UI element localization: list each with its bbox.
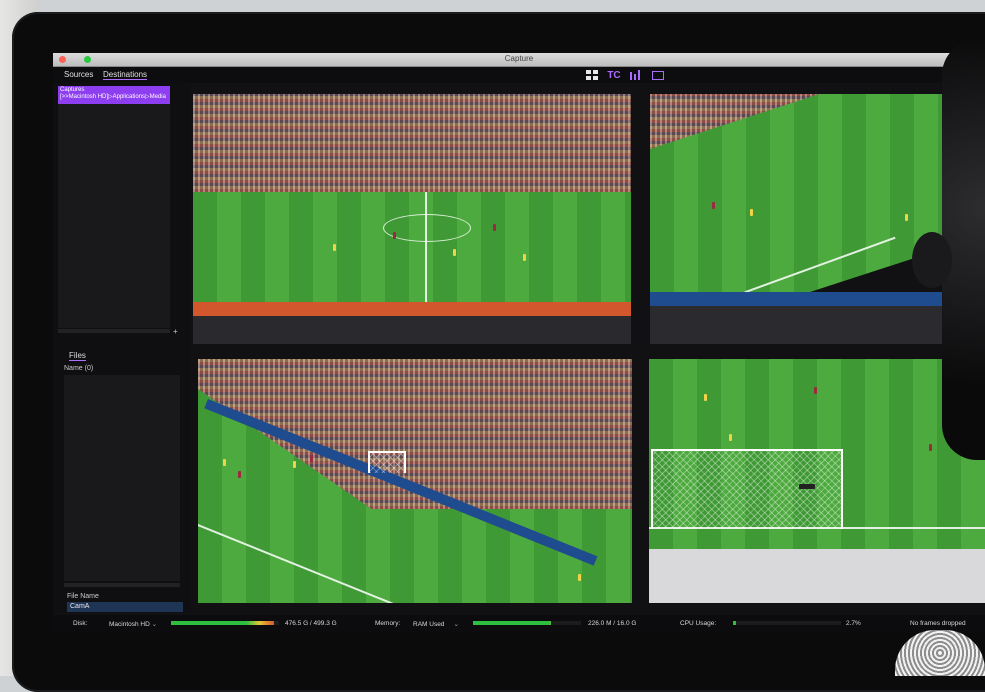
headphone-hook <box>912 232 952 288</box>
ad-board <box>193 302 631 316</box>
memory-usage-value: 226.0 M / 16.0 G <box>588 620 637 627</box>
memory-usage-meter <box>473 621 581 625</box>
cpu-label: CPU Usage: <box>680 620 717 627</box>
cpu-usage-meter <box>733 621 841 625</box>
tab-destinations[interactable]: Destinations <box>103 70 148 80</box>
destination-list: Captures [>>Macintosh HD]▷Applications▷M… <box>58 86 170 328</box>
toolbar: Sources Destinations TC <box>53 67 985 83</box>
player <box>293 461 296 468</box>
single-screen-icon[interactable] <box>650 69 666 81</box>
player <box>393 232 396 239</box>
camera-feed-2[interactable] <box>650 94 950 344</box>
grid-view-icon[interactable] <box>585 69 599 81</box>
player <box>453 249 456 256</box>
files-name-column-header[interactable]: Name (0) <box>64 365 93 372</box>
goal <box>651 449 843 529</box>
player <box>310 455 313 462</box>
chevron-down-icon: ⌄ <box>151 621 158 628</box>
player <box>493 224 496 231</box>
player <box>750 209 753 216</box>
cpu-usage-value: 2.7% <box>846 620 861 627</box>
memory-label: Memory: <box>375 620 401 627</box>
audio-levels-icon[interactable] <box>628 69 644 81</box>
pitchside-area <box>649 549 985 603</box>
destination-name: Captures <box>60 87 85 93</box>
player <box>704 394 707 401</box>
photographers <box>650 306 950 344</box>
timecode-icon[interactable]: TC <box>606 69 622 81</box>
pitch <box>193 192 631 302</box>
ad-board <box>650 292 950 306</box>
camera-feed-4[interactable] <box>649 359 985 603</box>
meter-empty <box>274 621 279 625</box>
player <box>333 244 336 251</box>
player <box>578 574 581 581</box>
disk-label: Disk: <box>73 620 88 627</box>
app-window: Capture Sources Destinations TC Captures… <box>53 53 985 633</box>
camera-feed-1[interactable] <box>193 94 631 344</box>
goal <box>368 451 406 473</box>
camera-feed-3[interactable] <box>198 359 632 603</box>
window-title: Capture <box>504 54 534 63</box>
crowd <box>193 94 631 192</box>
disk-select-value: Macintosh HD <box>109 621 150 628</box>
add-destination-button[interactable]: + <box>173 327 178 336</box>
goalkeeper <box>799 484 815 489</box>
disk-usage-meter <box>171 621 279 625</box>
files-scrollbar[interactable] <box>64 583 180 587</box>
tab-files[interactable]: Files <box>69 351 86 361</box>
files-list <box>64 375 180 581</box>
file-name-field[interactable] <box>67 602 183 612</box>
player <box>814 387 817 394</box>
disk-usage-value: 476.5 G / 499.3 G <box>285 620 337 627</box>
memory-select[interactable]: RAM Used ⌄ <box>413 620 459 628</box>
player <box>905 214 908 221</box>
chevron-down-icon: ⌄ <box>453 621 459 628</box>
meter-empty <box>735 621 841 625</box>
tab-sources[interactable]: Sources <box>64 70 93 79</box>
destination-scrollbar[interactable] <box>58 329 170 333</box>
status-bar: Disk: Macintosh HD ⌄ 476.5 G / 499.3 G M… <box>53 615 985 633</box>
memory-select-value: RAM Used <box>413 621 445 628</box>
goal-line <box>649 527 985 529</box>
player <box>238 471 241 478</box>
player <box>929 444 932 451</box>
frames-status: No frames dropped <box>910 620 966 627</box>
center-circle <box>383 214 471 242</box>
player <box>223 459 226 466</box>
file-name-label: File Name <box>67 593 99 600</box>
player <box>712 202 715 209</box>
player <box>523 254 526 261</box>
destination-path: [>>Macintosh HD]▷Applications▷Media <box>60 94 166 100</box>
destination-item[interactable]: Captures [>>Macintosh HD]▷Applications▷M… <box>58 86 170 104</box>
player <box>729 434 732 441</box>
halfway-line <box>425 192 427 302</box>
sidebar: Captures [>>Macintosh HD]▷Applications▷M… <box>53 83 191 613</box>
meter-empty <box>550 621 581 625</box>
title-bar: Capture <box>53 53 985 67</box>
bench-area <box>193 316 631 344</box>
disk-select[interactable]: Macintosh HD ⌄ <box>109 620 157 628</box>
